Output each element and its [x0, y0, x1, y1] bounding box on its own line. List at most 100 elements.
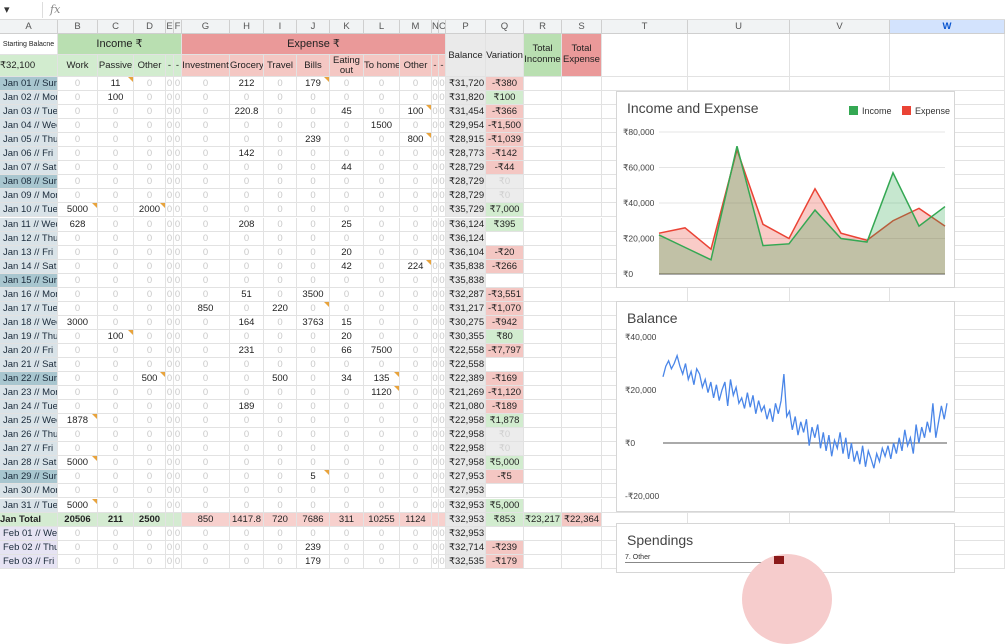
cell-d[interactable]: 0	[134, 161, 166, 175]
cell-e[interactable]: 0	[166, 189, 174, 203]
cell-d[interactable]: 0	[134, 442, 166, 456]
cell-m[interactable]: 0	[400, 372, 432, 386]
cell-e[interactable]: 0	[166, 77, 174, 91]
cell-h[interactable]: 0	[230, 555, 264, 569]
comment-marker[interactable]	[426, 105, 431, 110]
cell-n[interactable]: 0	[432, 133, 439, 147]
cell-j[interactable]: 0	[297, 372, 330, 386]
cell-n[interactable]: 0	[432, 189, 439, 203]
cell-b[interactable]: 0	[58, 386, 98, 400]
cell-k[interactable]: 25	[330, 218, 364, 232]
cell-m[interactable]: 0	[400, 246, 432, 260]
cell-s[interactable]	[562, 232, 602, 246]
cell-j[interactable]: 0	[297, 218, 330, 232]
cell-o[interactable]: 0	[439, 274, 446, 288]
cell-d[interactable]: 0	[134, 274, 166, 288]
cell-j[interactable]: 0	[297, 203, 330, 217]
comment-marker[interactable]	[92, 499, 97, 504]
cell-l[interactable]: 7500	[364, 344, 400, 358]
cell-m[interactable]: 0	[400, 91, 432, 105]
cell-n[interactable]: 0	[432, 344, 439, 358]
cell-r[interactable]	[524, 232, 562, 246]
cell-n[interactable]: 0	[432, 400, 439, 414]
cell-d[interactable]: 0	[134, 133, 166, 147]
date-cell[interactable]: Jan 07 // Sat	[0, 161, 58, 175]
column-header-m[interactable]: M	[400, 20, 432, 34]
cell-k[interactable]: 0	[330, 527, 364, 541]
cell-n[interactable]: 0	[432, 218, 439, 232]
comment-marker[interactable]	[324, 302, 329, 307]
date-cell[interactable]: Jan 17 // Tue	[0, 302, 58, 316]
cell-n[interactable]: 0	[432, 428, 439, 442]
cell-t[interactable]	[602, 288, 688, 302]
cell-o[interactable]: 0	[439, 358, 446, 372]
cell-k[interactable]: 0	[330, 456, 364, 470]
date-cell[interactable]: Jan 25 // Wed	[0, 414, 58, 428]
cell-j[interactable]: 0	[297, 105, 330, 119]
cell-g[interactable]: 0	[182, 147, 230, 161]
cell-g[interactable]: 0	[182, 232, 230, 246]
cell-s[interactable]	[562, 133, 602, 147]
cell-e[interactable]: 0	[166, 274, 174, 288]
date-cell[interactable]: Jan 14 // Sat	[0, 260, 58, 274]
cell-n[interactable]: 0	[432, 470, 439, 484]
starting-balance-value[interactable]: ₹32,100	[0, 55, 58, 77]
name-box[interactable]: ▾	[4, 3, 38, 17]
comment-marker[interactable]	[324, 470, 329, 475]
cell-s[interactable]	[562, 302, 602, 316]
cell-d[interactable]: 0	[134, 400, 166, 414]
cell-k[interactable]: 0	[330, 77, 364, 91]
cell-r[interactable]	[524, 203, 562, 217]
comment-marker[interactable]	[92, 203, 97, 208]
cell-s[interactable]	[562, 442, 602, 456]
cell-i[interactable]: 0	[264, 288, 297, 302]
cell-n[interactable]: 0	[432, 105, 439, 119]
date-cell[interactable]: Jan 24 // Tue	[0, 400, 58, 414]
cell-k[interactable]: 0	[330, 133, 364, 147]
cell-o[interactable]: 0	[439, 133, 446, 147]
date-cell[interactable]: Jan 10 // Tue	[0, 203, 58, 217]
cell-g[interactable]: 0	[182, 499, 230, 513]
cell-c[interactable]: 0	[98, 119, 134, 133]
date-cell[interactable]: Jan 13 // Fri	[0, 246, 58, 260]
cell-n[interactable]: 0	[432, 302, 439, 316]
cell-e[interactable]: 0	[166, 316, 174, 330]
cell-i[interactable]: 0	[264, 358, 297, 372]
cell-s[interactable]	[562, 330, 602, 344]
cell-l[interactable]: 0	[364, 400, 400, 414]
cell-f[interactable]: 0	[174, 189, 182, 203]
cell-j[interactable]: 0	[297, 232, 330, 246]
cell-e[interactable]: 0	[166, 400, 174, 414]
cell-j[interactable]: 0	[297, 344, 330, 358]
cell-r[interactable]	[524, 77, 562, 91]
cell-j[interactable]: 0	[297, 527, 330, 541]
cell-o[interactable]: 0	[439, 175, 446, 189]
cell-r[interactable]	[524, 189, 562, 203]
cell-j[interactable]: 179	[297, 555, 330, 569]
cell-f[interactable]: 0	[174, 428, 182, 442]
cell-m[interactable]: 0	[400, 77, 432, 91]
cell-m[interactable]: 0	[400, 232, 432, 246]
column-header-s[interactable]: S	[562, 20, 602, 34]
cell-e[interactable]: 0	[166, 330, 174, 344]
cell-r[interactable]	[524, 527, 562, 541]
column-header-h[interactable]: H	[230, 20, 264, 34]
cell-l[interactable]: 0	[364, 484, 400, 498]
cell-f[interactable]: 0	[174, 119, 182, 133]
cell-l[interactable]: 0	[364, 288, 400, 302]
cell-b[interactable]: 0	[58, 344, 98, 358]
cell-k[interactable]: 0	[330, 175, 364, 189]
cell-o[interactable]: 0	[439, 147, 446, 161]
cell-e[interactable]: 0	[166, 456, 174, 470]
cell-f[interactable]: 0	[174, 316, 182, 330]
cell-c[interactable]: 0	[98, 470, 134, 484]
cell-d[interactable]: 0	[134, 302, 166, 316]
cell-n[interactable]: 0	[432, 442, 439, 456]
cell-m[interactable]: 0	[400, 358, 432, 372]
cell-e[interactable]: 0	[166, 260, 174, 274]
cell-k[interactable]: 0	[330, 274, 364, 288]
column-header-g[interactable]: G	[182, 20, 230, 34]
cell-b[interactable]: 0	[58, 161, 98, 175]
cell-o[interactable]: 0	[439, 414, 446, 428]
cell-r[interactable]	[524, 555, 562, 569]
